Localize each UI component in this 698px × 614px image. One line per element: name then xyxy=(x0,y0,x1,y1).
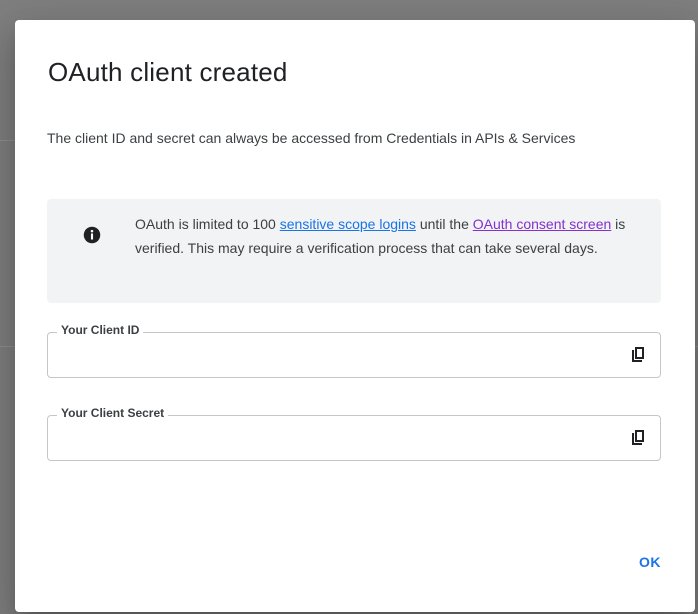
info-banner-text: OAuth is limited to 100 sensitive scope … xyxy=(135,212,645,260)
banner-text-part: until the xyxy=(415,216,473,232)
banner-text-part: OAuth is limited to 100 xyxy=(135,216,280,232)
copy-icon xyxy=(632,430,644,445)
copy-icon xyxy=(632,347,644,362)
dialog-title: OAuth client created xyxy=(48,57,288,87)
oauth-consent-screen-link[interactable]: OAuth consent screen xyxy=(473,216,612,232)
client-id-label: Your Client ID xyxy=(57,323,144,337)
client-id-field: Your Client ID xyxy=(47,323,661,378)
client-id-input[interactable] xyxy=(60,343,604,369)
background-divider xyxy=(0,140,15,141)
sensitive-scope-logins-link[interactable]: sensitive scope logins xyxy=(280,216,416,232)
background-divider xyxy=(0,346,15,347)
copy-client-id-button[interactable] xyxy=(626,343,650,367)
oauth-client-created-dialog: OAuth client created The client ID and s… xyxy=(15,20,695,612)
client-secret-input[interactable] xyxy=(60,426,604,452)
client-secret-field: Your Client Secret xyxy=(47,406,661,461)
info-icon xyxy=(83,226,101,244)
client-secret-label: Your Client Secret xyxy=(57,406,169,420)
dialog-description: The client ID and secret can always be a… xyxy=(47,130,576,146)
copy-client-secret-button[interactable] xyxy=(626,426,650,450)
ok-button[interactable]: OK xyxy=(630,544,670,580)
info-banner: OAuth is limited to 100 sensitive scope … xyxy=(47,199,661,303)
